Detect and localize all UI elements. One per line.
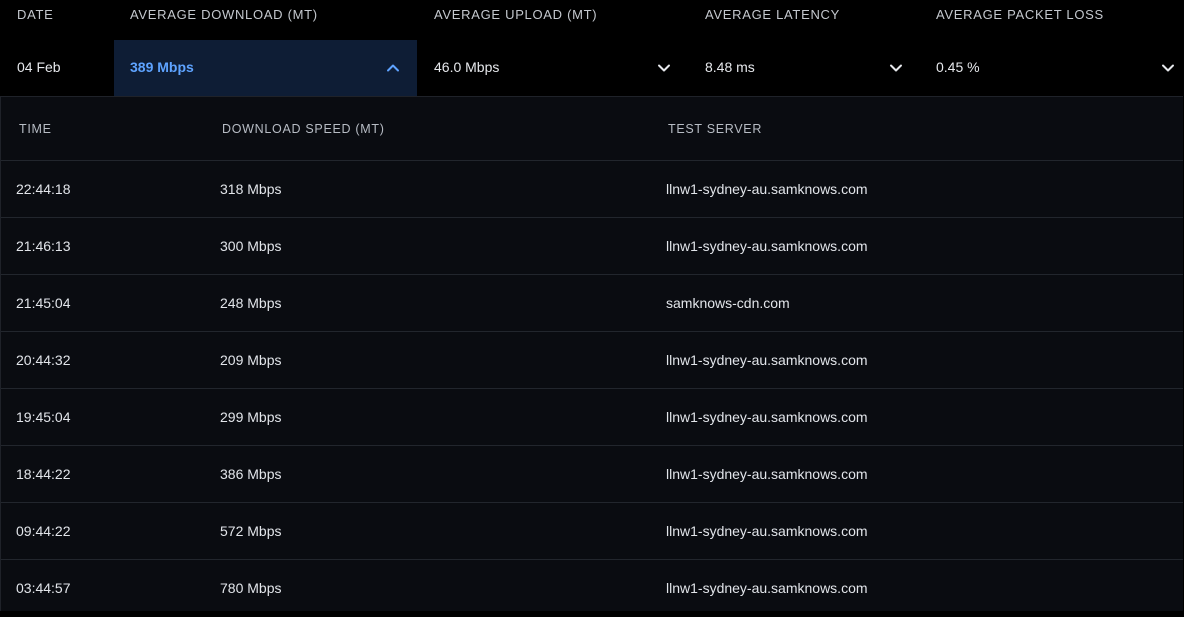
header-average-upload: AVERAGE UPLOAD (MT) [434,7,598,22]
time-cell: 21:46:13 [16,238,71,254]
test-server-cell: llnw1-sydney-au.samknows.com [666,466,868,482]
summary-date: 04 Feb [17,59,61,75]
download-summary-value: 389 Mbps [130,59,194,75]
download-detail-panel: TIME DOWNLOAD SPEED (MT) TEST SERVER 22:… [0,96,1183,611]
chevron-down-icon[interactable] [888,60,904,76]
download-speed-cell: 209 Mbps [220,352,282,368]
download-speed-cell: 248 Mbps [220,295,282,311]
download-speed-cell: 386 Mbps [220,466,282,482]
header-average-download: AVERAGE DOWNLOAD (MT) [130,7,318,22]
time-cell: 09:44:22 [16,523,71,539]
download-speed-cell: 299 Mbps [220,409,282,425]
chevron-down-icon[interactable] [1160,60,1176,76]
upload-summary-cell[interactable]: 46.0 Mbps [418,40,686,96]
table-row: 19:45:04 299 Mbps llnw1-sydney-au.samkno… [1,389,1183,446]
download-summary-cell[interactable]: 389 Mbps [114,40,417,96]
table-row: 18:44:22 386 Mbps llnw1-sydney-au.samkno… [1,446,1183,503]
table-row: 21:45:04 248 Mbps samknows-cdn.com [1,275,1183,332]
time-cell: 19:45:04 [16,409,71,425]
test-server-cell: llnw1-sydney-au.samknows.com [666,181,868,197]
test-server-cell: llnw1-sydney-au.samknows.com [666,352,868,368]
time-cell: 18:44:22 [16,466,71,482]
test-server-cell: llnw1-sydney-au.samknows.com [666,409,868,425]
header-average-packet-loss: AVERAGE PACKET LOSS [936,7,1104,22]
table-row: 20:44:32 209 Mbps llnw1-sydney-au.samkno… [1,332,1183,389]
time-cell: 21:45:04 [16,295,71,311]
test-server-cell: llnw1-sydney-au.samknows.com [666,238,868,254]
time-cell: 03:44:57 [16,580,71,596]
test-server-cell: llnw1-sydney-au.samknows.com [666,580,868,596]
time-cell: 20:44:32 [16,352,71,368]
test-server-cell: llnw1-sydney-au.samknows.com [666,523,868,539]
detail-table-header: TIME DOWNLOAD SPEED (MT) TEST SERVER [1,97,1183,161]
table-row: 21:46:13 300 Mbps llnw1-sydney-au.samkno… [1,218,1183,275]
test-server-cell: samknows-cdn.com [666,295,790,311]
column-header-time: TIME [19,122,52,136]
chevron-up-icon[interactable] [385,60,401,76]
packet-loss-summary-cell[interactable]: 0.45 % [920,40,1184,96]
detail-table-body: 22:44:18 318 Mbps llnw1-sydney-au.samkno… [1,161,1183,617]
latency-summary-cell[interactable]: 8.48 ms [689,40,918,96]
download-speed-cell: 318 Mbps [220,181,282,197]
chevron-down-icon[interactable] [656,60,672,76]
column-header-test-server: TEST SERVER [668,122,763,136]
upload-summary-value: 46.0 Mbps [434,59,500,75]
download-speed-cell: 300 Mbps [220,238,282,254]
download-speed-cell: 780 Mbps [220,580,282,596]
table-row: 22:44:18 318 Mbps llnw1-sydney-au.samkno… [1,161,1183,218]
table-row: 09:44:22 572 Mbps llnw1-sydney-au.samkno… [1,503,1183,560]
header-date: DATE [17,7,54,22]
packet-loss-summary-value: 0.45 % [936,59,980,75]
latency-summary-value: 8.48 ms [705,59,755,75]
column-header-bar: DATE AVERAGE DOWNLOAD (MT) AVERAGE UPLOA… [0,0,1184,40]
download-speed-cell: 572 Mbps [220,523,282,539]
column-header-download-speed: DOWNLOAD SPEED (MT) [222,122,385,136]
summary-row: 04 Feb 389 Mbps 46.0 Mbps 8.48 ms 0.45 % [0,40,1184,96]
time-cell: 22:44:18 [16,181,71,197]
table-row: 03:44:57 780 Mbps llnw1-sydney-au.samkno… [1,560,1183,617]
header-average-latency: AVERAGE LATENCY [705,7,840,22]
